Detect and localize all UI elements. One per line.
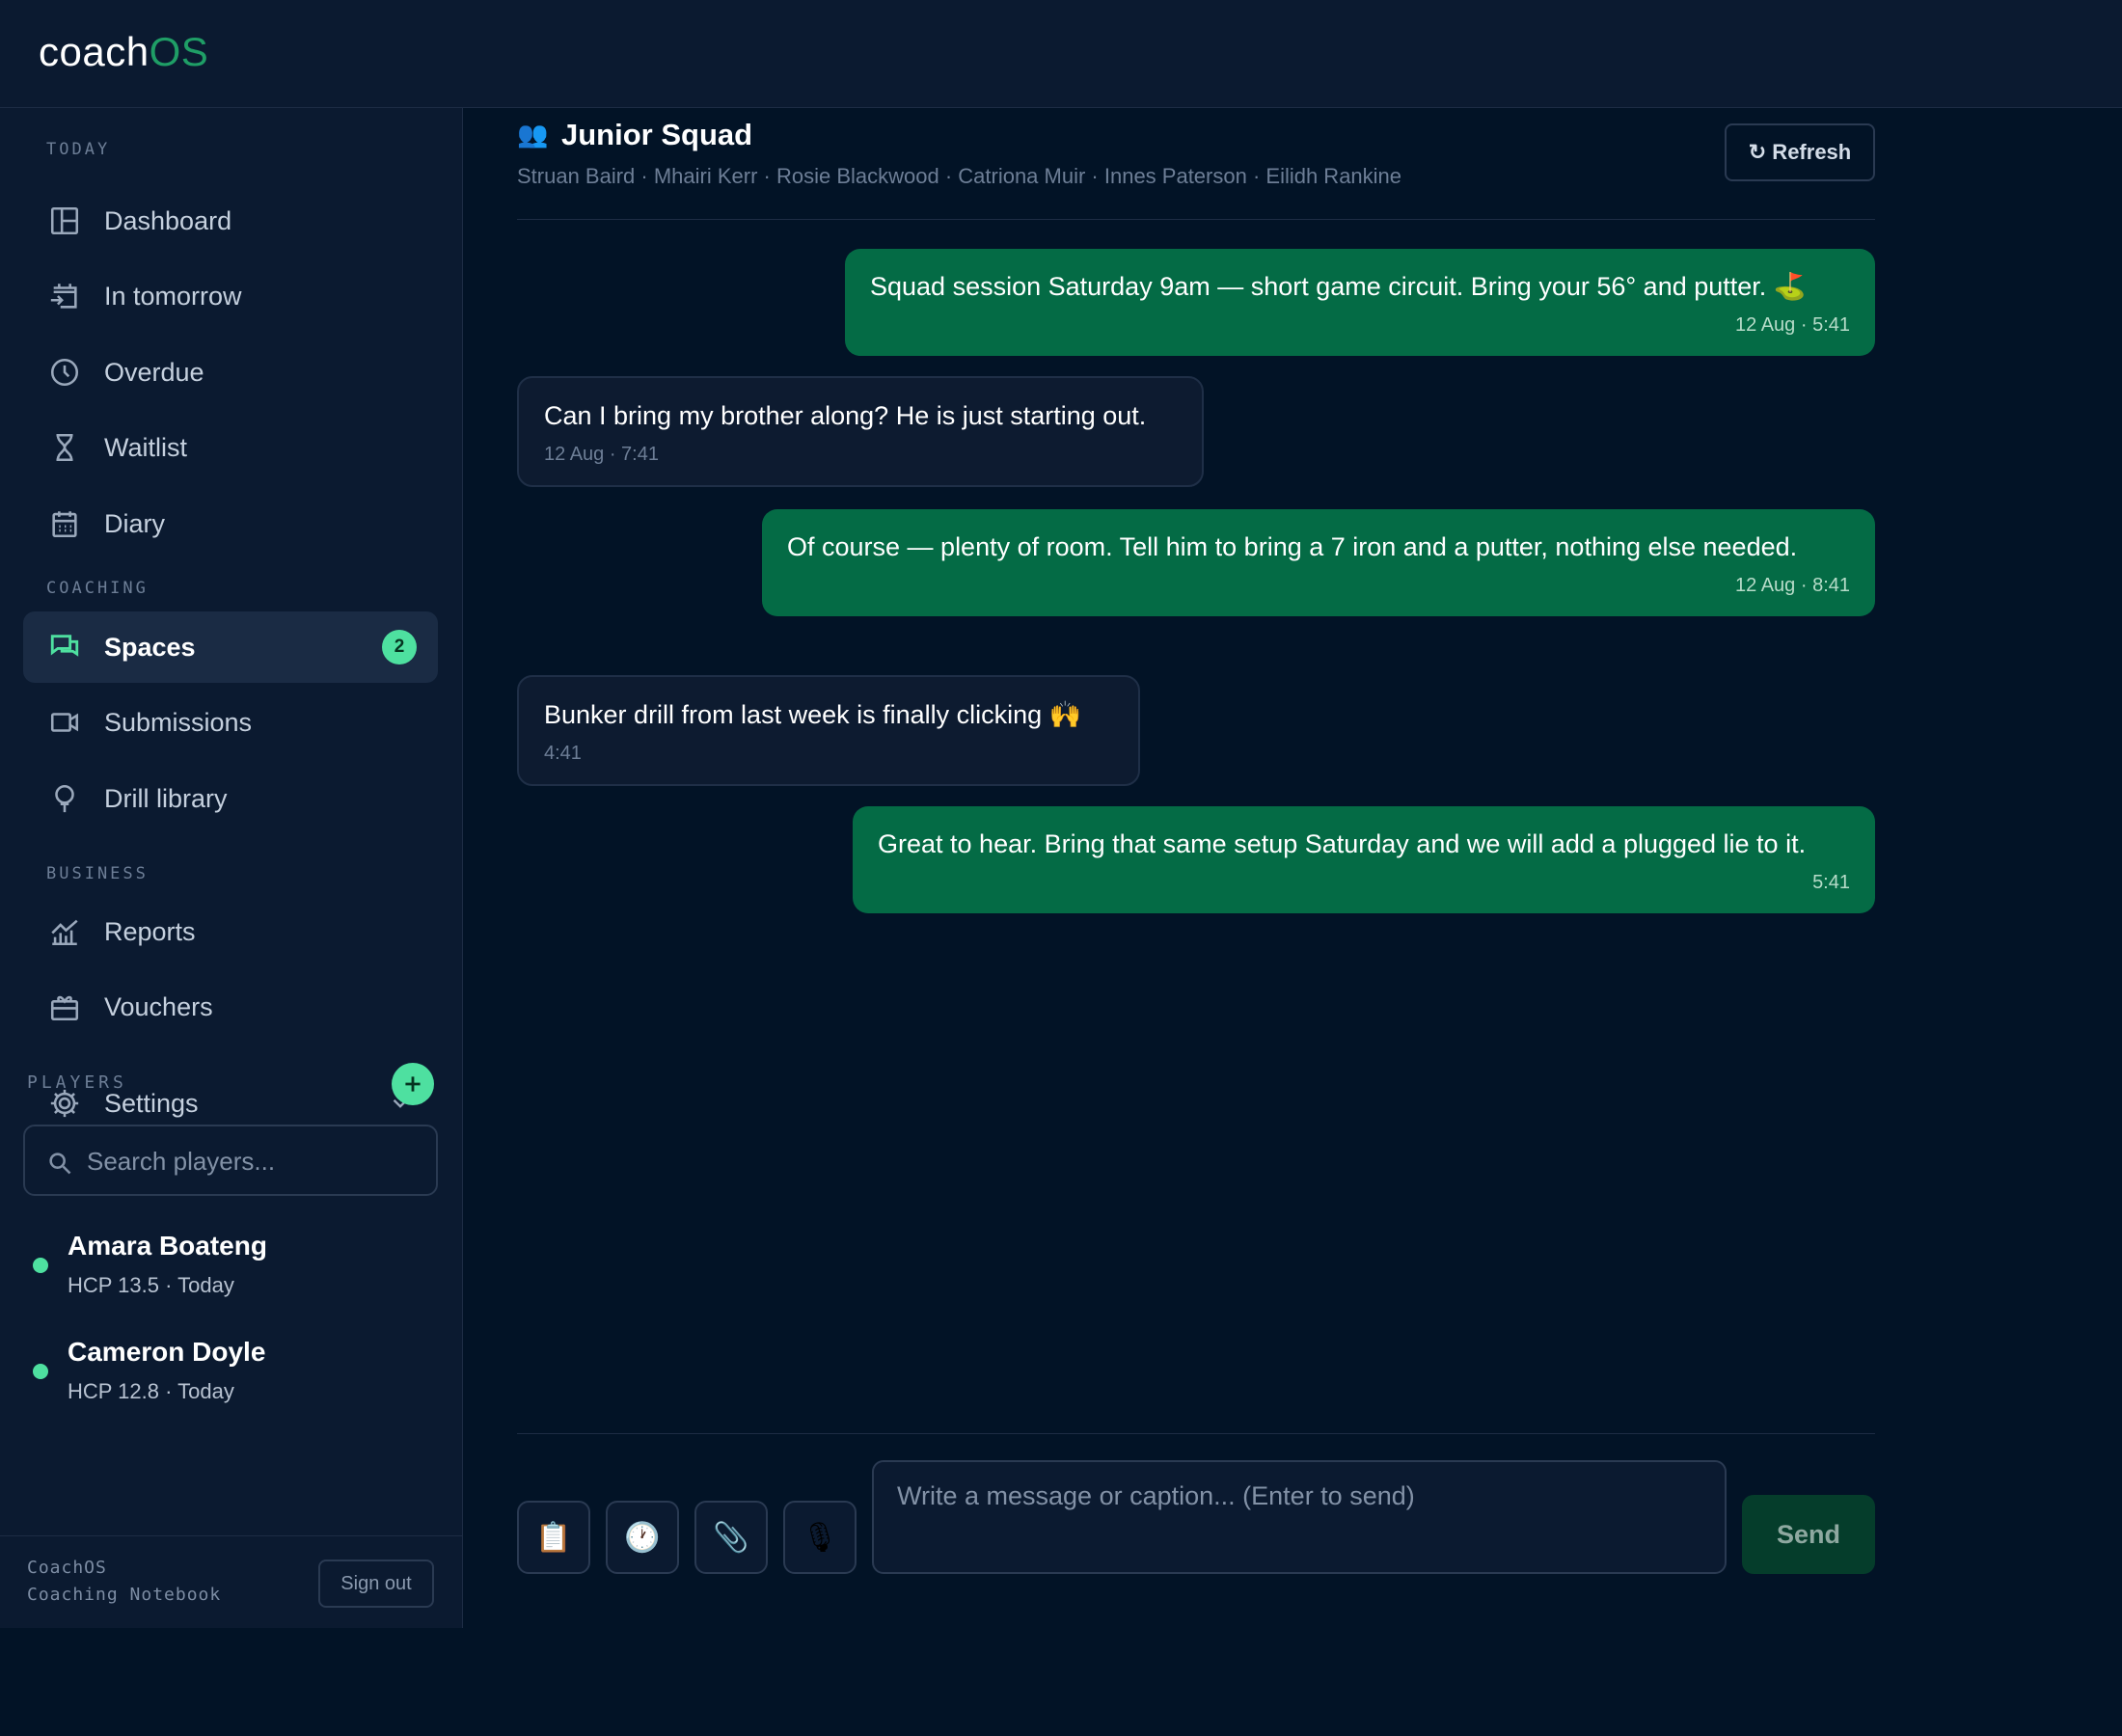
app-logo[interactable]: coachOS xyxy=(39,29,208,75)
sidebar-item-spaces[interactable]: Spaces 2 xyxy=(23,611,438,683)
sidebar-item-dashboard[interactable]: Dashboard xyxy=(23,185,438,257)
clock-icon xyxy=(48,356,81,389)
paperclip-icon: 📎 xyxy=(713,1521,749,1554)
player-list-item[interactable]: Amara Boateng HCP 13.5 · Today xyxy=(23,1231,438,1317)
sidebar-item-label: Reports xyxy=(104,916,196,946)
chart-icon xyxy=(48,915,81,948)
message-bubble-outgoing: Great to hear. Bring that same setup Sat… xyxy=(853,806,1875,913)
search-icon xyxy=(49,1153,71,1175)
logo-main: coach xyxy=(39,29,150,74)
player-search[interactable] xyxy=(23,1125,438,1196)
sidebar-item-label: Dashboard xyxy=(104,205,232,235)
sidebar: TODAY Dashboard In tomorrow Overdue Wait… xyxy=(0,108,463,1628)
footer-app-name: CoachOS xyxy=(27,1558,107,1578)
section-label-coaching: COACHING xyxy=(46,579,149,598)
message-timestamp: 5:41 xyxy=(1812,872,1850,893)
golf-ball-tee-icon xyxy=(48,782,81,815)
message-timestamp: 12 Aug · 5:41 xyxy=(1735,314,1850,336)
refresh-button[interactable]: ↻ Refresh xyxy=(1725,123,1875,181)
sign-out-button[interactable]: Sign out xyxy=(318,1560,434,1608)
message-text: Bunker drill from last week is finally c… xyxy=(544,700,1082,729)
top-bar: coachOS xyxy=(0,0,2122,108)
sidebar-item-label: Spaces xyxy=(104,632,196,662)
message-bubble-outgoing: Of course — plenty of room. Tell him to … xyxy=(762,509,1875,616)
sidebar-item-label: Settings xyxy=(104,1088,199,1118)
footer-subtitle: Coaching Notebook xyxy=(27,1585,222,1605)
player-meta: HCP 12.8 · Today xyxy=(68,1379,234,1403)
sidebar-item-label: Overdue xyxy=(104,357,204,387)
message-text: Great to hear. Bring that same setup Sat… xyxy=(878,829,1807,858)
sidebar-item-vouchers[interactable]: Vouchers xyxy=(23,971,438,1043)
voice-note-button[interactable]: 🎙 xyxy=(783,1501,857,1574)
message-text: Of course — plenty of room. Tell him to … xyxy=(787,532,1798,561)
template-button[interactable]: 📋 xyxy=(517,1501,590,1574)
hourglass-icon xyxy=(48,431,81,464)
online-status-dot xyxy=(33,1258,48,1273)
message-timestamp: 4:41 xyxy=(544,743,582,764)
dashboard-icon xyxy=(48,204,81,237)
add-player-button[interactable] xyxy=(392,1063,434,1105)
player-list-item[interactable]: Cameron Doyle HCP 12.8 · Today xyxy=(23,1337,438,1424)
sidebar-item-label: Drill library xyxy=(104,783,228,813)
plus-icon xyxy=(405,1076,421,1092)
message-text: Squad session Saturday 9am — short game … xyxy=(870,272,1807,301)
attach-button[interactable]: 📎 xyxy=(694,1501,768,1574)
sidebar-item-waitlist[interactable]: Waitlist xyxy=(23,412,438,483)
message-timestamp: 12 Aug · 8:41 xyxy=(1735,575,1850,596)
sidebar-item-in-tomorrow[interactable]: In tomorrow xyxy=(23,260,438,332)
unread-badge: 2 xyxy=(382,630,417,665)
message-timestamp: 12 Aug · 7:41 xyxy=(544,444,659,465)
logo-accent: OS xyxy=(149,29,209,74)
group-icon: 👥 xyxy=(517,120,549,149)
search-input[interactable] xyxy=(87,1140,424,1182)
message-text: Can I bring my brother along? He is just… xyxy=(544,401,1147,430)
player-meta: HCP 13.5 · Today xyxy=(68,1273,234,1297)
sidebar-item-overdue[interactable]: Overdue xyxy=(23,337,438,408)
sidebar-item-drill-library[interactable]: Drill library xyxy=(23,763,438,834)
message-input[interactable] xyxy=(872,1460,1727,1574)
message-bubble-incoming: Can I bring my brother along? He is just… xyxy=(517,376,1204,487)
clipboard-icon: 📋 xyxy=(535,1521,572,1554)
space-title: Junior Squad xyxy=(561,118,753,151)
space-members: Struan Baird · Mhairi Kerr · Rosie Black… xyxy=(517,164,1402,188)
calendar-arrow-icon xyxy=(48,280,81,312)
section-label-today: TODAY xyxy=(46,140,111,159)
sidebar-item-reports[interactable]: Reports xyxy=(23,896,438,967)
player-name: Cameron Doyle xyxy=(68,1337,266,1367)
microphone-icon: 🎙 xyxy=(801,1521,839,1554)
sidebar-item-label: Waitlist xyxy=(104,432,187,462)
sidebar-item-label: Vouchers xyxy=(104,991,213,1021)
calendar-icon xyxy=(48,507,81,540)
composer-divider xyxy=(517,1433,1875,1434)
sidebar-item-label: Submissions xyxy=(104,707,253,737)
sidebar-item-submissions[interactable]: Submissions xyxy=(23,687,438,758)
players-section-label: PLAYERS xyxy=(27,1072,127,1093)
schedule-button[interactable]: 🕐 xyxy=(606,1501,679,1574)
send-button[interactable]: Send xyxy=(1742,1495,1875,1574)
message-bubble-incoming: Bunker drill from last week is finally c… xyxy=(517,675,1140,786)
online-status-dot xyxy=(33,1364,48,1379)
sidebar-item-label: Diary xyxy=(104,508,166,538)
sidebar-footer: CoachOS Coaching Notebook Sign out xyxy=(0,1535,463,1628)
space-header: 👥 Junior Squad Struan Baird · Mhairi Ker… xyxy=(517,116,1875,220)
clock-icon: 🕐 xyxy=(624,1521,661,1554)
section-label-business: BUSINESS xyxy=(46,864,149,883)
sidebar-item-diary[interactable]: Diary xyxy=(23,488,438,559)
player-name: Amara Boateng xyxy=(68,1231,267,1261)
video-icon xyxy=(48,706,81,739)
chat-icon xyxy=(48,631,81,664)
message-bubble-outgoing: Squad session Saturday 9am — short game … xyxy=(845,249,1875,356)
sidebar-item-label: In tomorrow xyxy=(104,281,242,311)
gift-icon xyxy=(48,990,81,1023)
